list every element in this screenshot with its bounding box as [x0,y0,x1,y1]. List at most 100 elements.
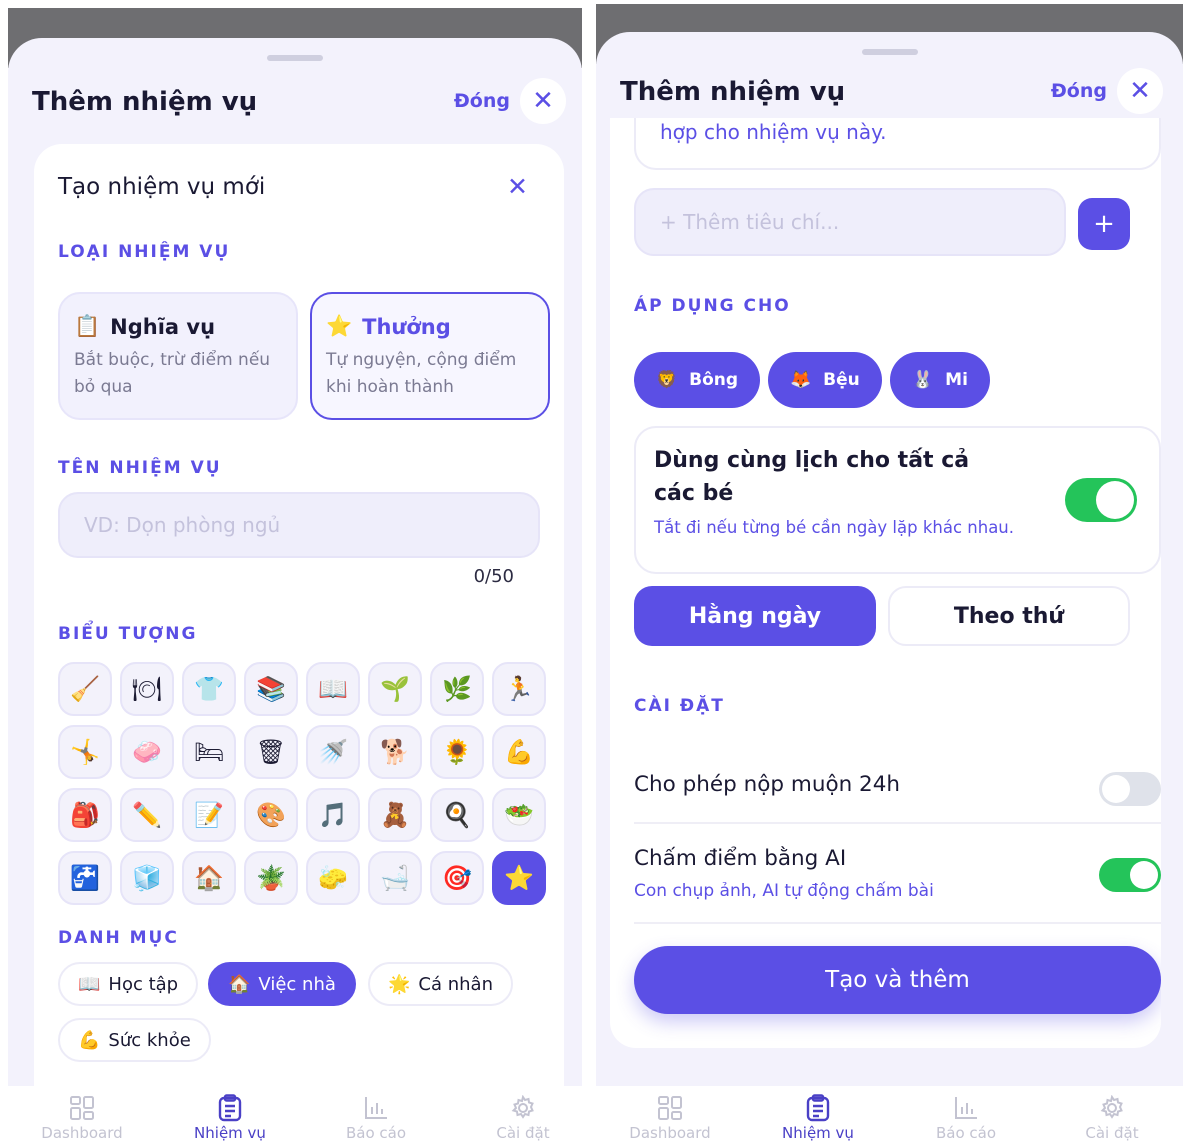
icon-option[interactable]: ⭐ [492,851,546,905]
icon-option[interactable]: 📝 [182,788,236,842]
task-type-obligation[interactable]: 📋 Nghĩa vụ Bắt buộc, trừ điểm nếu bỏ qua [58,292,298,420]
same-schedule-desc: Tắt đi nếu từng bé cần ngày lặp khác nha… [654,518,1015,537]
icon-option[interactable]: 🎨 [244,788,298,842]
close-text-button[interactable]: Đóng [454,90,510,112]
sheet-grabber[interactable] [267,55,323,61]
icon-option[interactable]: 🥗 [492,788,546,842]
icon-option[interactable]: 🎵 [306,788,360,842]
criteria-textarea[interactable]: hợp cho nhiệm vụ này. [634,118,1161,170]
card-close-icon[interactable]: ✕ [507,172,528,201]
rabbit-avatar-icon: 🐰 [912,370,934,390]
ai-grading-row: Chấm điểm bằng AI Con chụp ảnh, AI tự độ… [634,824,1161,924]
nav-settings[interactable]: Cài đặt [1042,1094,1182,1142]
lion-avatar-icon: 🦁 [656,370,678,390]
bottom-nav: Dashboard Nhiệm vụ Báo cáo Cài đặt [0,1086,590,1148]
create-and-add-button[interactable]: Tạo và thêm [634,946,1161,1014]
close-icon[interactable]: ✕ [1117,68,1163,114]
book-icon: 📖 [78,973,101,995]
icon-option[interactable]: 💪 [492,725,546,779]
clipboard-icon: 📋 [74,314,101,338]
same-schedule-toggle[interactable] [1065,478,1137,522]
nav-label: Dashboard [629,1124,711,1142]
chip-label: Học tập [108,973,179,995]
icon-option[interactable]: 🗑 [244,725,298,779]
icon-option[interactable]: 🧊 [120,851,174,905]
ai-grading-label: Chấm điểm bằng AI [634,846,847,871]
category-chip-housework[interactable]: 🏠 Việc nhà [208,962,356,1006]
task-name-input[interactable]: VD: Dọn phòng ngủ [58,492,540,558]
schedule-weekday-button[interactable]: Theo thứ [888,586,1130,646]
icon-option[interactable]: 🤸 [58,725,112,779]
kid-name: Mi [945,370,968,390]
nav-reports[interactable]: Báo cáo [306,1094,446,1142]
sheet-grabber[interactable] [861,49,918,55]
scroll-area[interactable]: hợp cho nhiệm vụ này. + Thêm tiêu chí...… [596,118,1183,1086]
same-schedule-title: Dùng cùng lịch cho tất cả các bé [654,448,970,506]
icon-option[interactable]: 🌱 [368,662,422,716]
nav-label: Cài đặt [1085,1124,1139,1142]
ai-grading-toggle[interactable] [1099,858,1161,892]
kid-name: Bệu [823,370,860,390]
nav-dashboard[interactable]: Dashboard [600,1094,740,1142]
ai-grading-sub: Con chụp ảnh, AI tự động chấm bài [634,881,934,901]
icon-option[interactable]: 🚿 [306,725,360,779]
nav-tasks[interactable]: Nhiệm vụ [160,1094,300,1142]
icon-option[interactable]: 🍽 [120,662,174,716]
nav-label: Báo cáo [345,1124,407,1142]
kid-chip-bong[interactable]: 🦁 Bông [634,352,761,408]
house-icon: 🏠 [228,973,251,995]
sheet-header: Thêm nhiệm vụ Đóng ✕ [620,68,1163,118]
chart-icon [896,1094,1036,1122]
icon-option[interactable]: 🏠 [182,851,236,905]
icon-option[interactable]: 🧸 [368,788,422,842]
close-icon[interactable]: ✕ [520,78,566,124]
icon-option[interactable]: 🎯 [430,851,484,905]
icon-option[interactable]: 🚰 [58,851,112,905]
nav-settings[interactable]: Cài đặt [453,1094,590,1142]
icon-option[interactable]: 🛁 [368,851,422,905]
late-submit-toggle[interactable] [1099,772,1161,806]
icon-option[interactable]: 🧼 [120,725,174,779]
late-submit-row: Cho phép nộp muộn 24h [634,744,1161,824]
kid-chip-beu[interactable]: 🦊 Bệu [768,352,882,408]
toggle-knob [1130,861,1158,889]
sheet-title: Thêm nhiệm vụ [32,87,258,117]
icon-option[interactable]: 🧽 [306,851,360,905]
sheet-header: Thêm nhiệm vụ Đóng ✕ [32,78,566,128]
category-chip-health[interactable]: 💪 Sức khỏe [58,1018,211,1062]
icon-option[interactable]: 📖 [306,662,360,716]
icon-option[interactable]: 🍳 [430,788,484,842]
nav-reports[interactable]: Báo cáo [896,1094,1036,1142]
icon-option[interactable]: 🌿 [430,662,484,716]
chip-label: Sức khỏe [108,1029,191,1051]
nav-tasks[interactable]: Nhiệm vụ [748,1094,888,1142]
nav-label: Báo cáo [935,1124,997,1142]
nav-dashboard[interactable]: Dashboard [12,1094,152,1142]
category-chip-study[interactable]: 📖 Học tập [58,962,199,1006]
chip-label: Cá nhân [418,973,493,995]
icon-option[interactable]: 🎒 [58,788,112,842]
icon-option[interactable]: 👕 [182,662,236,716]
icon-option[interactable]: 🪴 [244,851,298,905]
right-screen: Thêm nhiệm vụ Đóng ✕ hợp cho nhiệm vụ nà… [590,0,1183,1148]
grid-icon [600,1094,740,1122]
toggle-knob [1102,775,1130,803]
kid-chip-mi[interactable]: 🐰 Mi [890,352,990,408]
sparkle-icon: 🌟 [388,973,411,995]
icon-option[interactable]: 🛏 [182,725,236,779]
task-type-reward[interactable]: ⭐ Thưởng Tự nguyện, cộng điểm khi hoàn th… [310,292,550,420]
new-task-card: Tạo nhiệm vụ mới ✕ LOẠI NHIỆM VỤ 📋 Nghĩa … [34,144,564,1086]
icon-option[interactable]: ✏️ [120,788,174,842]
criteria-input[interactable]: + Thêm tiêu chí... [634,188,1066,256]
category-chip-personal[interactable]: 🌟 Cá nhân [368,962,513,1006]
icon-option[interactable]: 📚 [244,662,298,716]
icon-option[interactable]: 🐕 [368,725,422,779]
icon-option[interactable]: 🧹 [58,662,112,716]
icon-option[interactable]: 🌻 [430,725,484,779]
schedule-daily-button[interactable]: Hằng ngày [634,586,876,646]
section-settings: CÀI ĐẶT [634,696,725,716]
nav-label: Nhiệm vụ [782,1124,854,1142]
add-criteria-button[interactable]: + [1078,198,1130,250]
icon-option[interactable]: 🏃 [492,662,546,716]
close-text-button[interactable]: Đóng [1051,80,1107,102]
